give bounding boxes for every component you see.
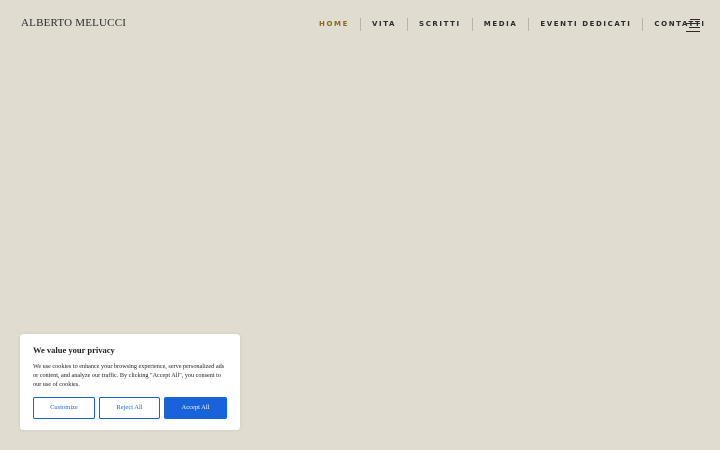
nav-item-home[interactable]: HOME [308, 16, 360, 33]
cookie-banner-title: We value your privacy [33, 345, 115, 355]
site-title-link[interactable]: ALBERTO MELUCCI [21, 17, 126, 29]
cookie-consent-banner: We value your privacy We use cookies to … [20, 334, 240, 430]
nav-item-media[interactable]: MEDIA [473, 16, 529, 33]
cookie-banner-text: We use cookies to enhance your browsing … [33, 363, 225, 388]
nav-item-contatti[interactable]: CONTATTI [643, 16, 716, 33]
hamburger-menu-icon[interactable] [686, 19, 700, 32]
accept-all-button[interactable]: Accept All [164, 397, 227, 419]
reject-all-button[interactable]: Reject All [99, 397, 160, 419]
nav-item-scritti[interactable]: SCRITTI [408, 16, 472, 33]
customize-button[interactable]: Customize [33, 397, 95, 419]
main-navigation: HOME VITA SCRITTI MEDIA EVENTI DEDICATI … [308, 16, 717, 33]
site-header: ALBERTO MELUCCI HOME VITA SCRITTI MEDIA … [0, 0, 720, 50]
nav-item-vita[interactable]: VITA [361, 16, 407, 33]
nav-item-eventi-dedicati[interactable]: EVENTI DEDICATI [529, 16, 642, 33]
